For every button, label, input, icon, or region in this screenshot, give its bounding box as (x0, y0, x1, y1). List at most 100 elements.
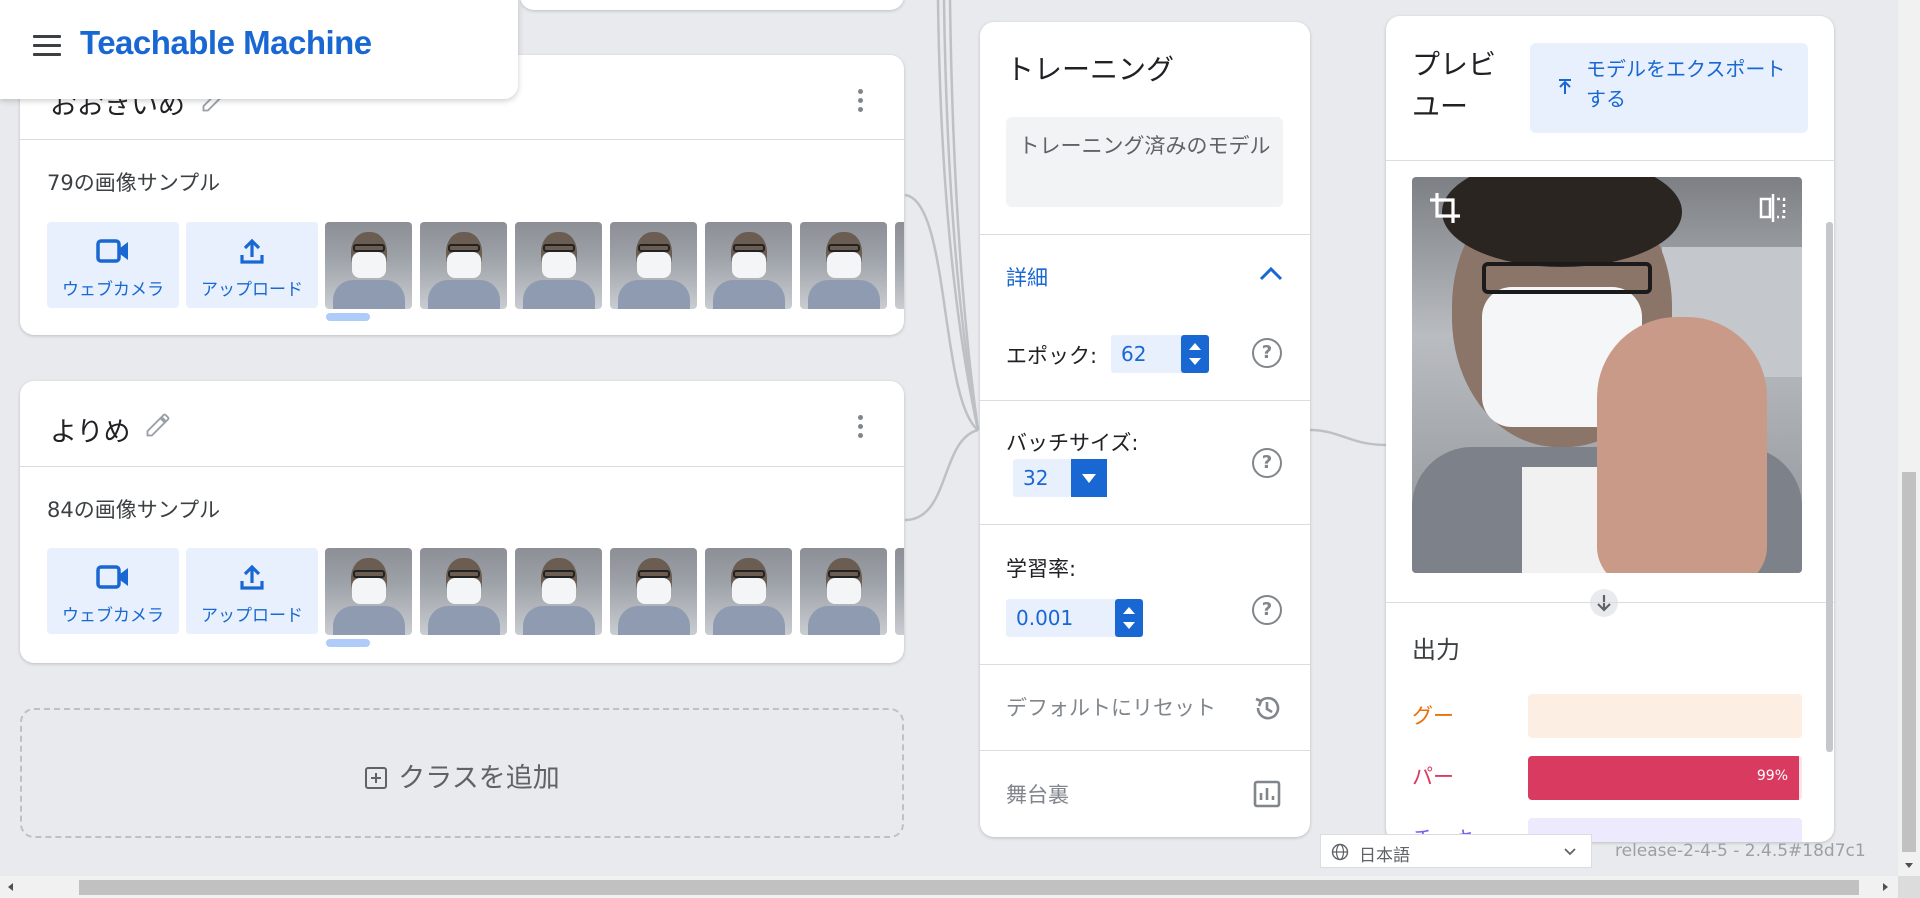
sample-thumbnail[interactable] (800, 548, 887, 635)
scroll-down-icon[interactable] (1904, 860, 1914, 870)
training-title: トレーニング (1006, 53, 1175, 86)
upload-label: アップロード (201, 606, 303, 626)
horizontal-scrollbar-thumb[interactable] (79, 880, 1859, 895)
sample-thumbnail[interactable] (420, 548, 507, 635)
sample-thumbnail[interactable] (420, 222, 507, 309)
learning-rate-input[interactable]: 0.001 (1006, 599, 1118, 637)
upload-icon (240, 238, 264, 264)
help-icon[interactable]: ? (1252, 595, 1282, 625)
under-the-hood-button[interactable]: 舞台裏 (1006, 779, 1069, 809)
output-label: グー (1412, 704, 1454, 728)
training-panel: トレーニング トレーニング済みのモデル 詳細 エポック: 62 ? バッチサイズ… (980, 22, 1310, 837)
class-card: よりめ 84の画像サンプル ウェブカメラ アップロード (20, 381, 904, 663)
sample-thumbnail[interactable] (705, 222, 792, 309)
thumbnail-scrollbar[interactable] (326, 639, 370, 647)
sample-count: 84の画像サンプル (47, 498, 221, 522)
webcam-label: ウェブカメラ (62, 606, 164, 626)
preview-title: プレビ ユー (1412, 44, 1496, 128)
chevron-down-icon (1564, 848, 1576, 856)
learning-rate-spinner[interactable] (1115, 599, 1143, 637)
raised-hand (1597, 317, 1767, 573)
sample-thumbnail[interactable] (610, 548, 697, 635)
spinner-arrows-icon (1189, 343, 1201, 365)
thumbnail-scrollbar[interactable] (326, 313, 370, 321)
learning-rate-label: 学習率: (1006, 557, 1077, 581)
webcam-button[interactable]: ウェブカメラ (47, 548, 179, 634)
preview-title-line1: プレビ (1412, 48, 1497, 81)
export-label: モデルをエクスポートする (1586, 57, 1786, 111)
output-percentage: 99% (1756, 768, 1788, 784)
divider (20, 466, 904, 467)
preview-scrollbar[interactable] (1826, 222, 1833, 752)
spinner-arrows-icon (1123, 607, 1135, 629)
preview-panel: プレビユー モデルをエクスポートする 出力 グー パー 99% チョキ (1386, 16, 1834, 842)
history-icon[interactable] (1252, 693, 1282, 723)
add-class-button[interactable]: クラスを追加 (20, 708, 904, 838)
export-model-button[interactable]: モデルをエクスポートする (1530, 43, 1808, 133)
sample-count: 79の画像サンプル (47, 171, 221, 195)
app-logo[interactable]: Teachable Machine (80, 24, 372, 62)
webcam-label: ウェブカメラ (62, 280, 164, 300)
batch-size-label: バッチサイズ: (1006, 431, 1139, 455)
language-select[interactable]: 日本語 (1320, 834, 1592, 868)
upload-label: アップロード (201, 280, 303, 300)
sample-thumbnail[interactable] (515, 222, 602, 309)
chevron-up-icon[interactable] (1258, 264, 1284, 282)
webcam-button[interactable]: ウェブカメラ (47, 222, 179, 308)
vertical-scrollbar[interactable] (1898, 0, 1920, 876)
train-model-button[interactable]: トレーニング済みのモデル (1006, 117, 1283, 207)
pencil-icon[interactable] (144, 411, 172, 439)
divider (980, 750, 1310, 751)
flip-icon[interactable] (1758, 193, 1788, 223)
output-bar: 99% (1528, 756, 1802, 800)
sample-thumbnail[interactable] (515, 548, 602, 635)
advanced-toggle[interactable]: 詳細 (1006, 262, 1048, 292)
sample-thumbnail[interactable] (610, 222, 697, 309)
more-options-icon[interactable] (856, 415, 864, 441)
scroll-right-icon[interactable] (1880, 882, 1890, 892)
epochs-spinner[interactable] (1181, 335, 1209, 373)
help-icon[interactable]: ? (1252, 448, 1282, 478)
output-bar (1528, 694, 1802, 738)
divider (980, 664, 1310, 665)
webcam-preview (1412, 177, 1802, 573)
person-glasses (1482, 262, 1652, 294)
divider (980, 234, 1310, 235)
bar-chart-icon[interactable] (1252, 779, 1282, 809)
help-icon[interactable]: ? (1252, 338, 1282, 368)
crop-icon[interactable] (1428, 191, 1462, 225)
epochs-label: エポック: (1006, 344, 1098, 368)
scrollbar-corner (1898, 876, 1920, 898)
sample-thumbnail[interactable] (895, 548, 904, 635)
vertical-scrollbar-thumb[interactable] (1902, 472, 1916, 852)
upload-button[interactable]: アップロード (186, 548, 318, 634)
epochs-input[interactable]: 62 (1111, 335, 1191, 373)
more-options-icon[interactable] (856, 89, 864, 115)
app-header: Teachable Machine (0, 0, 518, 99)
globe-icon (1331, 843, 1349, 861)
arrow-down-icon[interactable] (1589, 588, 1619, 618)
divider (1386, 160, 1834, 161)
language-label: 日本語 (1359, 846, 1410, 866)
divider (20, 139, 904, 140)
batch-size-dropdown[interactable] (1071, 459, 1107, 497)
scroll-left-icon[interactable] (6, 882, 16, 892)
horizontal-scrollbar[interactable] (0, 876, 1898, 898)
sample-thumbnail[interactable] (325, 222, 412, 309)
sample-thumbnail[interactable] (705, 548, 792, 635)
divider (980, 400, 1310, 401)
preview-title-line2: ユー (1412, 90, 1469, 123)
batch-size-select[interactable]: 32 (1013, 459, 1071, 497)
upload-icon (1559, 79, 1571, 94)
video-camera-icon (96, 239, 128, 263)
caret-down-icon (1082, 474, 1096, 483)
sample-thumbnail[interactable] (325, 548, 412, 635)
sample-thumbnail[interactable] (800, 222, 887, 309)
class-card-previous (520, 0, 904, 10)
class-name[interactable]: よりめ (50, 410, 130, 449)
output-label: パー (1412, 765, 1454, 789)
reset-defaults-button[interactable]: デフォルトにリセット (1006, 692, 1216, 722)
upload-button[interactable]: アップロード (186, 222, 318, 308)
sample-thumbnail[interactable] (895, 222, 904, 309)
menu-icon[interactable] (33, 35, 61, 59)
